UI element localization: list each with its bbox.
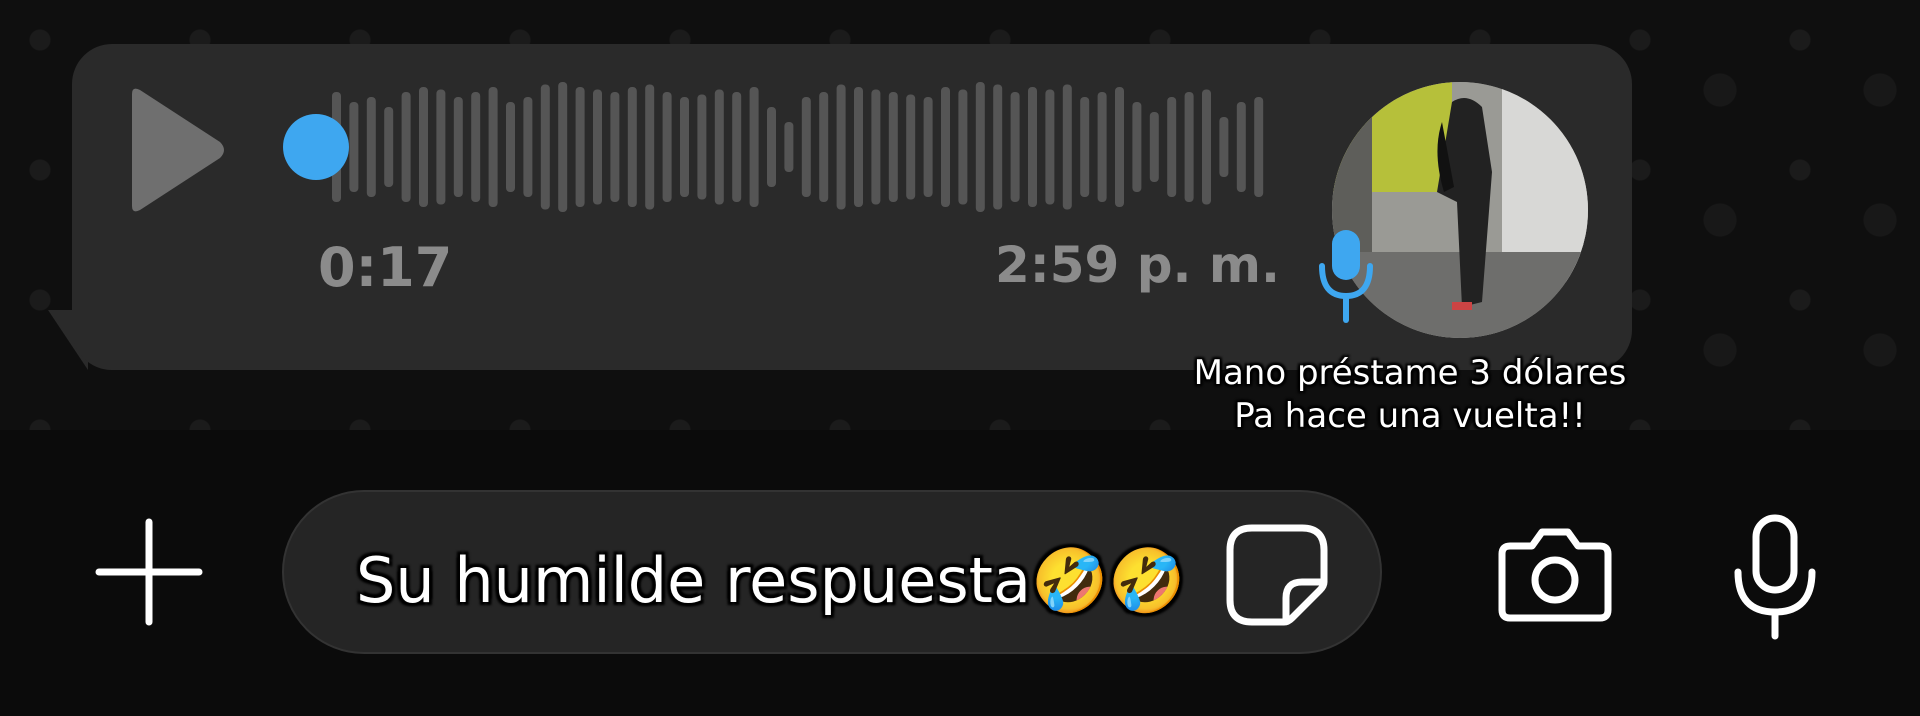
waveform-bar bbox=[1254, 97, 1264, 197]
waveform-bar bbox=[975, 82, 985, 212]
waveform-bars bbox=[283, 82, 1264, 212]
waveform-bar bbox=[1080, 97, 1090, 197]
waveform-bar bbox=[1149, 112, 1159, 182]
waveform-bar bbox=[1028, 87, 1037, 207]
waveform-bar bbox=[871, 89, 881, 205]
waveform-bar bbox=[1010, 92, 1020, 202]
waveform-bar bbox=[558, 82, 568, 212]
waveform-bar bbox=[767, 107, 776, 187]
waveform-bar bbox=[471, 92, 481, 202]
waveform-bar bbox=[1132, 102, 1142, 192]
waveform-bar bbox=[453, 97, 463, 197]
sticker-button[interactable] bbox=[1222, 520, 1332, 630]
waveform-bar bbox=[714, 89, 724, 205]
waveform-bar bbox=[1184, 92, 1194, 202]
play-button[interactable] bbox=[120, 80, 230, 220]
camera-button[interactable] bbox=[1496, 524, 1614, 624]
audio-waveform[interactable] bbox=[280, 72, 1270, 222]
message-timestamp: 2:59 p. m. bbox=[994, 236, 1280, 294]
waveform-bar bbox=[1115, 87, 1124, 207]
waveform-bar bbox=[488, 87, 498, 207]
waveform-bar bbox=[836, 84, 846, 210]
waveform-bar bbox=[384, 107, 394, 187]
playhead-dot[interactable] bbox=[283, 114, 349, 180]
waveform-bar bbox=[575, 87, 585, 207]
waveform-bar bbox=[1097, 92, 1107, 202]
waveform-bar bbox=[1062, 84, 1072, 210]
waveform-bar bbox=[784, 122, 794, 172]
microphone-icon bbox=[1734, 514, 1816, 640]
caption-line-1: Mano préstame 3 dólares bbox=[1193, 353, 1627, 393]
waveform-bar bbox=[627, 87, 637, 207]
waveform-bar bbox=[697, 94, 707, 200]
waveform-bar bbox=[1202, 89, 1211, 205]
play-icon bbox=[132, 88, 224, 212]
voice-duration: 0:17 bbox=[318, 236, 453, 299]
waveform-bar bbox=[906, 94, 916, 200]
waveform-bar bbox=[540, 84, 550, 210]
message-input-value: Su humilde respuesta🤣🤣 bbox=[356, 544, 1186, 617]
waveform-bar bbox=[419, 87, 428, 207]
voice-note-mic-icon bbox=[1316, 226, 1376, 326]
waveform-bar bbox=[801, 97, 811, 197]
waveform-bar bbox=[506, 102, 515, 192]
waveform-bar bbox=[819, 92, 829, 202]
waveform-bar bbox=[749, 87, 759, 207]
waveform-bar bbox=[993, 84, 1003, 210]
waveform-bar bbox=[1236, 102, 1246, 192]
sticker-icon bbox=[1226, 524, 1328, 626]
waveform-bar bbox=[593, 89, 602, 205]
waveform-bar bbox=[436, 89, 446, 205]
waveform-bar bbox=[888, 92, 898, 202]
waveform-bar bbox=[1219, 117, 1229, 177]
waveform-bar bbox=[645, 84, 655, 210]
plus-icon bbox=[95, 518, 203, 626]
waveform-bar bbox=[349, 102, 359, 192]
waveform-bar bbox=[1045, 89, 1055, 205]
waveform-bar bbox=[662, 92, 672, 202]
waveform-bar bbox=[523, 97, 533, 197]
waveform-bar bbox=[366, 97, 376, 197]
camera-icon bbox=[1498, 528, 1612, 622]
waveform-bar bbox=[1167, 97, 1177, 197]
waveform-bar bbox=[401, 92, 411, 202]
attach-button[interactable] bbox=[95, 518, 203, 626]
waveform-bar bbox=[941, 87, 950, 207]
waveform-bar bbox=[923, 97, 933, 197]
waveform-bar bbox=[958, 89, 968, 205]
record-voice-button[interactable] bbox=[1730, 514, 1820, 640]
waveform-bar bbox=[732, 92, 742, 202]
overlay-caption: Mano préstame 3 dólares Pa hace una vuel… bbox=[1160, 352, 1660, 438]
waveform-bar bbox=[610, 92, 620, 202]
waveform-bar bbox=[854, 87, 863, 207]
waveform-bar bbox=[680, 97, 689, 197]
